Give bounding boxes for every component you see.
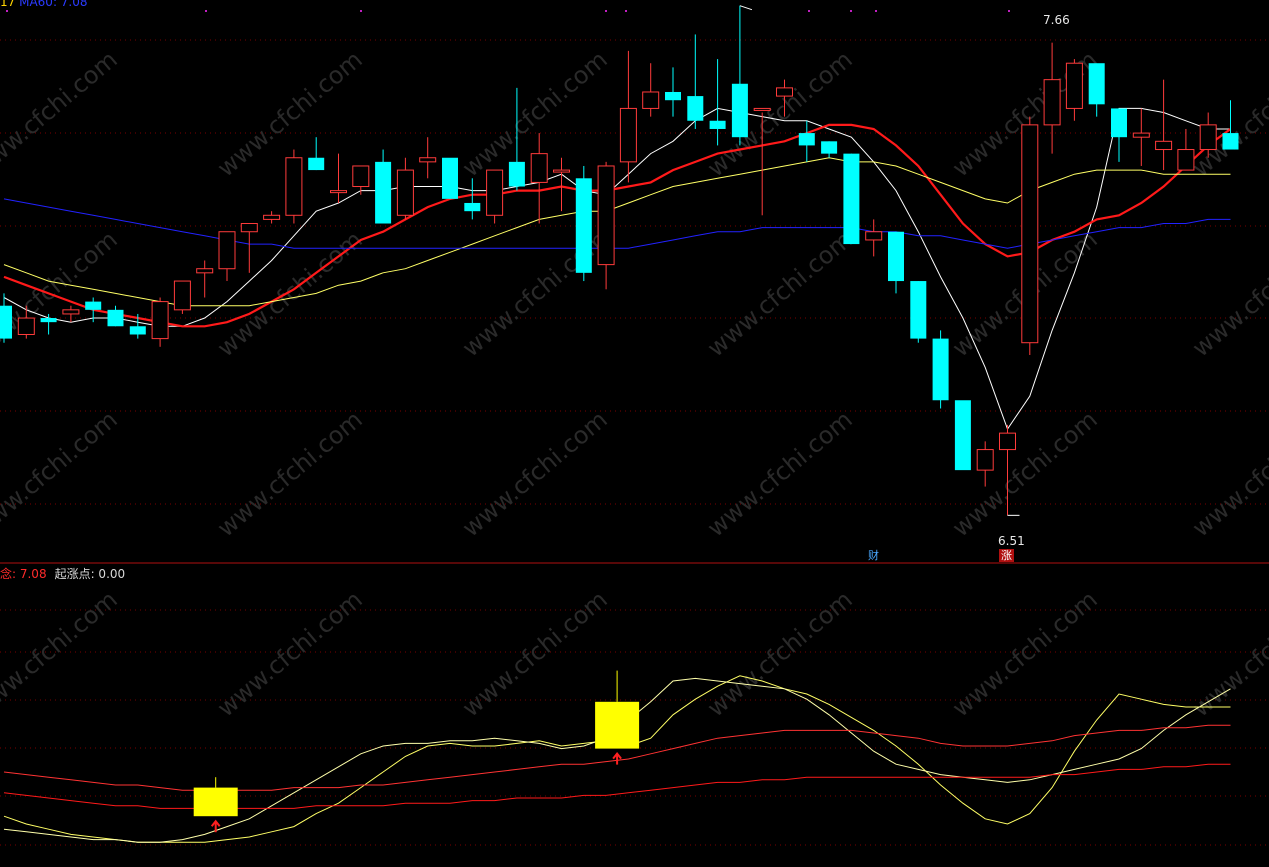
candle-body-up — [330, 190, 347, 194]
candle-body-down — [129, 326, 146, 335]
watermark-text: www.cfchi.com — [1187, 225, 1269, 362]
candle-body-up — [642, 91, 660, 109]
watermark-text: www.cfchi.com — [457, 405, 613, 542]
top-dot-marker — [6, 10, 8, 12]
lower-value-label: 念: 7.08 — [0, 567, 47, 581]
candle-body-down — [375, 161, 392, 224]
candle-body-down — [508, 161, 525, 187]
low-price-label: 6.51 — [998, 534, 1025, 548]
top-dot-marker — [625, 10, 627, 12]
top-dot-marker — [808, 10, 810, 12]
top-dot-marker — [360, 10, 362, 12]
candle-body-up — [352, 165, 370, 188]
candle-body-up — [1155, 140, 1173, 151]
watermark-text: www.cfchi.com — [0, 585, 123, 722]
watermark-text: www.cfchi.com — [947, 585, 1103, 722]
watermark-text: www.cfchi.com — [0, 45, 123, 182]
ma-line-ma60 — [3, 198, 1231, 249]
candle-body-down — [954, 400, 971, 471]
candle-body-up — [263, 214, 281, 220]
high-price-label: 7.66 — [1043, 13, 1070, 27]
candle-body-up — [240, 223, 258, 233]
watermark-text: www.cfchi.com — [702, 585, 858, 722]
watermark-text: www.cfchi.com — [212, 585, 368, 722]
top-dot-marker — [875, 10, 877, 12]
candle-body-up — [173, 280, 191, 311]
start-point-label: 起涨点: 0.00 — [54, 567, 126, 581]
candle-body-up — [62, 309, 80, 315]
candle-body-down — [1088, 63, 1105, 105]
candle-body-down — [442, 157, 458, 199]
legend-fragment: 17 — [0, 0, 16, 9]
candle-body-down — [798, 133, 815, 146]
watermark-text: www.cfchi.com — [0, 225, 123, 362]
candle-body-up — [17, 317, 35, 335]
candle-body-up — [218, 231, 236, 270]
candle-body-up — [1132, 132, 1150, 138]
candle-body-down — [888, 231, 904, 282]
candle-body-up — [619, 107, 637, 163]
candle-body-down — [0, 305, 12, 339]
top-dot-marker — [605, 10, 607, 12]
candle-body-up — [196, 268, 214, 274]
top-dot-marker — [1008, 10, 1010, 12]
watermark-text: www.cfchi.com — [1187, 585, 1269, 722]
candle-body-up — [285, 157, 303, 216]
candle-body-down — [731, 83, 748, 138]
candle-body-up — [776, 87, 793, 97]
candle-body-up — [597, 165, 615, 266]
candle-body-down — [843, 153, 860, 245]
watermark-text: www.cfchi.com — [0, 405, 123, 542]
candle-body-up — [865, 231, 883, 241]
candle-body-up — [1199, 124, 1217, 151]
top-dot-marker — [205, 10, 207, 12]
signal-box — [193, 787, 238, 817]
top-dot-marker — [850, 10, 852, 12]
limit-up-tag[interactable]: 涨 — [999, 549, 1014, 562]
stock-chart: www.cfchi.com www.cfchi.com www.cfchi.com w… — [0, 5, 1269, 846]
candle-body-up — [553, 169, 570, 173]
watermark-text: www.cfchi.com — [457, 585, 613, 722]
candle-body-up — [151, 301, 169, 340]
candle-body-up — [1177, 149, 1195, 171]
top-legend: 17 MA60: 7.08 — [0, 0, 88, 9]
candle-body-up — [753, 107, 771, 111]
watermark-text: www.cfchi.com — [702, 225, 858, 362]
candle-body-down — [932, 338, 949, 401]
candle-body-up — [396, 169, 414, 216]
candle-body-down — [575, 178, 592, 273]
candle-body-up — [1065, 62, 1083, 109]
candle-body-down — [40, 318, 57, 323]
candle-body-down — [709, 120, 726, 129]
candle-body-up — [530, 153, 548, 183]
ma60-legend: MA60: 7.08 — [19, 0, 88, 9]
candle-body-down — [687, 96, 704, 121]
candle-body-up — [486, 169, 504, 216]
annotation-pointers — [739, 5, 1020, 516]
candle-body-up — [999, 432, 1016, 451]
candle-body-down — [85, 301, 102, 310]
candle-body-up — [1043, 79, 1061, 126]
candle-body-down — [107, 309, 124, 327]
lower-legend: 念: 7.08 起涨点: 0.00 — [0, 565, 125, 582]
watermark-text: www.cfchi.com — [702, 405, 858, 542]
high-pointer — [739, 5, 753, 11]
candle-body-down — [910, 281, 927, 339]
candle-body-up — [419, 157, 437, 163]
finance-tag[interactable]: 财 — [866, 549, 881, 562]
candle-body-down — [665, 91, 681, 101]
watermark-text: www.cfchi.com — [212, 405, 368, 542]
candle-body-down — [464, 202, 481, 212]
watermark-text: www.cfchi.com — [702, 45, 858, 182]
indicator-line-4 — [3, 763, 1231, 809]
watermark-text: www.cfchi.com — [1187, 45, 1269, 182]
candle-body-down — [1111, 108, 1127, 138]
signal-box — [595, 701, 640, 749]
candle-body-up — [976, 449, 994, 471]
candle-body-up — [1021, 124, 1039, 344]
candle-body-down — [821, 141, 838, 154]
candle-body-down — [1222, 133, 1239, 150]
candle-body-down — [308, 157, 325, 171]
watermark-text: www.cfchi.com — [1187, 405, 1269, 542]
